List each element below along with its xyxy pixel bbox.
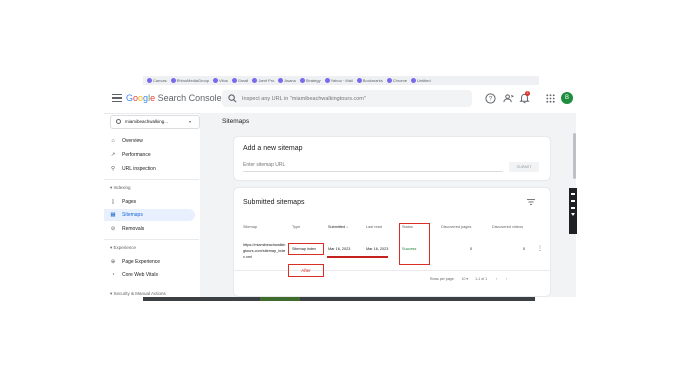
discovered-pages-cell: 0 xyxy=(470,247,473,251)
home-icon: ⌂ xyxy=(111,138,115,144)
bookmark-item[interactable]: Asana xyxy=(278,78,296,83)
bookmark-item[interactable]: Bookmarks xyxy=(356,78,383,83)
bookmarks-bar: Canvas RhinoMediaGroup Vitus Gmail Jamf … xyxy=(143,76,539,85)
nav-item-pages[interactable]: ▯ Pages xyxy=(104,196,195,208)
bookmark-item[interactable]: Untitled xyxy=(411,78,431,83)
sort-arrow-icon: ↓ xyxy=(346,225,349,229)
annotation-after-label: After xyxy=(288,264,324,277)
speedometer-icon: ◔ xyxy=(111,272,115,278)
chevron-down-icon: ▾ xyxy=(189,119,192,124)
screen-tools-strip xyxy=(569,188,577,234)
annotation-box-type xyxy=(288,243,324,255)
account-avatar[interactable]: B xyxy=(561,92,573,104)
url-inspection-search[interactable] xyxy=(222,90,472,107)
notification-count-badge: 2 xyxy=(525,91,530,96)
row-divider xyxy=(234,270,550,271)
bookmark-item[interactable]: RhinoMediaGroup xyxy=(170,78,209,83)
tool-caret-icon[interactable] xyxy=(571,213,575,216)
tool-icon[interactable] xyxy=(571,207,575,209)
nav-section-experience[interactable]: Experience xyxy=(110,245,137,251)
refresh-icon xyxy=(116,118,121,124)
search-input[interactable] xyxy=(242,90,462,107)
rows-select-caret-icon: ▾ xyxy=(466,277,469,281)
bookmark-item[interactable]: Jamf Pro xyxy=(252,78,274,83)
bookmark-item[interactable]: Gmail xyxy=(231,78,248,83)
nav-item-performance[interactable]: ↗ Performance xyxy=(104,149,195,161)
nav-item-url-inspection[interactable]: ⚲ URL inspection xyxy=(104,163,195,175)
svg-text:?: ? xyxy=(489,97,493,103)
column-header-discovered-videos[interactable]: Discovered videos xyxy=(492,225,523,229)
add-sitemap-title: Add a new sitemap xyxy=(243,145,303,152)
nav-item-core-web-vitals[interactable]: ◔ Core Web Vitals xyxy=(104,269,195,281)
submitted-sitemaps-title: Submitted sitemaps xyxy=(243,199,305,206)
apps-grid-icon[interactable] xyxy=(545,93,556,104)
help-icon[interactable]: ? xyxy=(485,93,496,104)
bookmark-item[interactable]: Vitus xyxy=(213,78,228,83)
last-read-cell: Mar 16, 2023 xyxy=(366,247,389,251)
bookmark-item[interactable]: Canvas xyxy=(147,78,167,83)
tool-icon[interactable] xyxy=(571,200,575,202)
prev-page-icon[interactable]: ‹ xyxy=(496,277,497,281)
discovered-videos-cell: 0 xyxy=(523,247,526,251)
taskbar-strip xyxy=(143,297,535,301)
bookmark-item[interactable]: Yahoo · Mail xyxy=(324,78,353,83)
experience-icon: ⊕ xyxy=(110,259,116,265)
sitemap-icon: ▦ xyxy=(110,212,116,218)
nav-item-sitemaps[interactable]: ▦ Sitemaps xyxy=(104,209,195,221)
nav-divider xyxy=(104,239,199,240)
property-label: miamibeachwalking... xyxy=(125,119,169,124)
annotation-box-status xyxy=(399,223,430,265)
nav-item-page-experience[interactable]: ⊕ Page Experience xyxy=(104,256,195,268)
submit-button[interactable]: SUBMIT xyxy=(509,162,539,172)
pagination-footer: Rows per page: 10 ▾ 1-1 of 1 ‹ › xyxy=(430,277,508,281)
removals-icon: ⊘ xyxy=(110,226,116,232)
rows-per-page-select[interactable]: 10 xyxy=(462,277,466,281)
add-sitemap-card: Add a new sitemap SUBMIT xyxy=(234,137,550,180)
top-bar: Google Search Console ? 2 B xyxy=(104,85,576,114)
pages-icon: ▯ xyxy=(111,199,115,205)
magnifier-icon: ⚲ xyxy=(110,166,116,172)
column-header-type[interactable]: Type xyxy=(292,225,300,229)
search-console-app: Google Search Console ? 2 B miamibeachwa… xyxy=(104,85,576,297)
bookmark-item[interactable]: Chrome xyxy=(386,78,407,83)
menu-icon[interactable] xyxy=(112,94,122,102)
filter-icon[interactable] xyxy=(527,199,535,205)
column-header-discovered-pages[interactable]: Discovered pages xyxy=(441,225,471,229)
search-icon xyxy=(228,94,237,103)
submitted-date-cell: Mar 16, 2023 xyxy=(328,247,351,251)
scrollbar-thumb[interactable] xyxy=(573,133,576,179)
column-header-submitted[interactable]: Submitted ↓ xyxy=(328,225,348,229)
submitted-sitemaps-card: Submitted sitemaps Sitemap Type Submitte… xyxy=(234,188,550,296)
manage-users-icon[interactable] xyxy=(503,93,514,104)
main-content: Sitemaps Add a new sitemap SUBMIT Submit… xyxy=(200,113,576,297)
tool-icon[interactable] xyxy=(571,193,575,195)
product-logo[interactable]: Google Search Console xyxy=(126,93,222,103)
sitemap-url-input[interactable] xyxy=(243,159,503,172)
property-selector[interactable]: miamibeachwalking... ▾ xyxy=(110,115,200,129)
trending-up-icon: ↗ xyxy=(110,152,116,158)
bookmark-item[interactable]: Strategy xyxy=(299,78,321,83)
sitemap-url-cell[interactable]: https://miamibeachwalkingtours.com/sitem… xyxy=(243,242,287,260)
nav-divider xyxy=(104,179,199,180)
column-header-last-read[interactable]: Last read xyxy=(366,225,382,229)
nav-item-removals[interactable]: ⊘ Removals xyxy=(104,223,195,235)
annotation-underline-dates xyxy=(327,256,388,258)
taskbar-active-item xyxy=(260,297,300,301)
page-title: Sitemaps xyxy=(222,118,250,125)
column-header-sitemap[interactable]: Sitemap xyxy=(243,225,257,229)
next-page-icon[interactable]: › xyxy=(506,277,507,281)
nav-item-overview[interactable]: ⌂ Overview xyxy=(104,135,195,147)
nav-section-indexing[interactable]: Indexing xyxy=(110,185,131,191)
more-options-icon[interactable]: ⋮ xyxy=(537,245,543,252)
